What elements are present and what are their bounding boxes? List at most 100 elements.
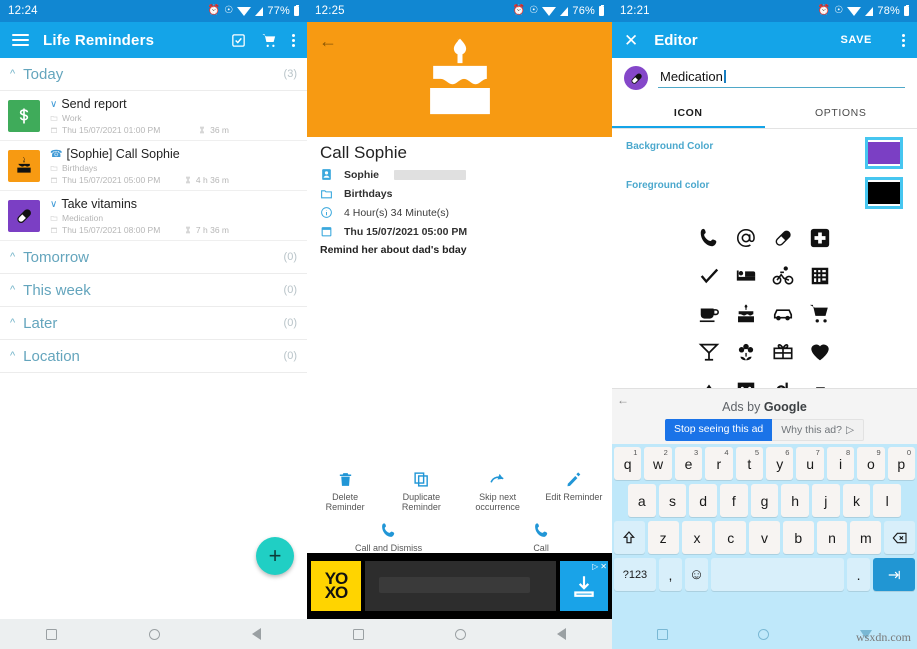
adchoices-icon[interactable]: ▷ (592, 562, 598, 571)
call-and-dismiss-button[interactable]: Call and Dismiss (307, 521, 470, 553)
key-c[interactable]: c (715, 521, 747, 554)
key-k[interactable]: k (842, 484, 871, 517)
key-o[interactable]: o9 (857, 447, 885, 480)
key-b[interactable]: b (782, 521, 814, 554)
key-v[interactable]: v (749, 521, 780, 554)
recents-button[interactable] (46, 628, 57, 640)
group-header-location[interactable]: ^ Location (0) (0, 340, 307, 373)
avatar[interactable] (624, 66, 648, 90)
heart-icon[interactable] (805, 337, 835, 367)
key-x[interactable]: x (681, 521, 713, 554)
key-t[interactable]: t5 (735, 447, 763, 480)
key-l[interactable]: l (873, 484, 902, 517)
stop-seeing-ad-button[interactable]: Stop seeing this ad (664, 419, 773, 441)
key-m[interactable]: m (850, 521, 882, 554)
check-list-icon[interactable] (230, 32, 247, 49)
bicycle-icon[interactable] (768, 261, 798, 291)
reminder-title: [Sophie] Call Sophie (66, 147, 180, 161)
space-key[interactable] (711, 558, 844, 591)
bed-icon[interactable] (731, 261, 761, 291)
medical-cross-icon[interactable] (805, 223, 835, 253)
key-p[interactable]: p0 (887, 447, 916, 480)
hamburger-icon[interactable] (12, 34, 29, 46)
edit-reminder-button[interactable]: Edit Reminder (536, 470, 612, 513)
why-this-ad-button[interactable]: Why this ad? ▷ (772, 419, 865, 441)
ad-install-button[interactable]: ▷ ✕ (560, 561, 608, 611)
flower-icon[interactable] (731, 337, 761, 367)
key-w[interactable]: w2 (644, 447, 672, 480)
ad-banner[interactable]: YO XO ▷ ✕ (307, 553, 612, 619)
cake-icon[interactable] (731, 299, 761, 329)
emoji-key[interactable]: ☺ (685, 558, 709, 591)
group-count: (0) (283, 284, 297, 296)
key-r[interactable]: r4 (705, 447, 733, 480)
name-input[interactable] (658, 68, 905, 87)
cocktail-icon[interactable] (694, 337, 724, 367)
android-nav-bar-1 (0, 619, 307, 649)
key-n[interactable]: n (816, 521, 848, 554)
car-icon[interactable] (768, 299, 798, 329)
duplicate-reminder-button[interactable]: Duplicate Reminder (383, 470, 459, 513)
shopping-cart-icon[interactable] (261, 32, 278, 49)
foreground-color-swatch[interactable] (865, 177, 903, 209)
call-button[interactable]: Call (470, 521, 612, 553)
close-icon[interactable]: ✕ (624, 32, 638, 49)
symbols-key[interactable]: ?123 (614, 558, 656, 591)
home-button[interactable] (149, 628, 160, 640)
comma-key[interactable]: , (658, 558, 682, 591)
coffee-cup-icon[interactable] (694, 299, 724, 329)
home-button[interactable] (454, 628, 466, 640)
key-e[interactable]: e3 (674, 447, 703, 480)
group-header-later[interactable]: ^ Later (0) (0, 307, 307, 340)
add-reminder-fab[interactable]: + (256, 537, 294, 575)
gift-icon[interactable] (768, 337, 798, 367)
key-z[interactable]: z (647, 521, 679, 554)
key-a[interactable]: a (627, 484, 656, 517)
back-arrow-icon[interactable]: ← (617, 393, 629, 407)
pill-icon[interactable] (768, 223, 798, 253)
key-i[interactable]: i8 (826, 447, 855, 480)
recents-button[interactable] (352, 628, 364, 640)
group-header-today[interactable]: ^ Today (3) (0, 58, 307, 91)
building-icon[interactable] (805, 261, 835, 291)
skip-next-occurrence-button[interactable]: Skip next occurrence (460, 470, 536, 513)
kebab-menu-icon[interactable] (902, 33, 905, 47)
period-key[interactable]: . (847, 558, 871, 591)
tab-options[interactable]: OPTIONS (765, 100, 917, 128)
phone-icon[interactable] (694, 223, 724, 253)
group-header-tomorrow[interactable]: ^ Tomorrow (0) (0, 241, 307, 274)
list-item[interactable]: ∨ Take vitamins Medication Thu 15/07/202… (0, 191, 307, 241)
key-u[interactable]: u7 (796, 447, 824, 480)
recents-button[interactable] (657, 628, 669, 640)
reminder-date-wrap: Thu 15/07/2021 08:00 PM (50, 225, 160, 235)
delete-reminder-button[interactable]: Delete Reminder (307, 470, 383, 513)
back-button[interactable] (557, 628, 567, 640)
reminder-title: Take vitamins (61, 197, 138, 211)
key-j[interactable]: j (812, 484, 840, 517)
kebab-menu-icon[interactable] (292, 33, 295, 47)
key-s[interactable]: s (658, 484, 687, 517)
list-item[interactable]: ∨ Send report Work Thu 15/07/2021 01:00 … (0, 91, 307, 141)
tab-icon[interactable]: ICON (612, 100, 765, 128)
home-button[interactable] (758, 628, 770, 640)
group-header-this-week[interactable]: ^ This week (0) (0, 274, 307, 307)
save-button[interactable]: SAVE (840, 34, 872, 46)
shopping-cart-icon[interactable] (805, 299, 835, 329)
name-input-wrapper[interactable] (658, 68, 905, 88)
key-g[interactable]: g (750, 484, 779, 517)
list-item[interactable]: ☎ [Sophie] Call Sophie Birthdays Thu 15/… (0, 141, 307, 191)
backspace-key[interactable] (884, 521, 916, 554)
enter-key[interactable] (873, 558, 915, 591)
background-color-swatch[interactable] (865, 137, 903, 169)
checkmark-icon[interactable] (694, 261, 724, 291)
back-button[interactable] (252, 628, 261, 640)
key-h[interactable]: h (781, 484, 810, 517)
key-f[interactable]: f (720, 484, 748, 517)
shift-key[interactable] (613, 521, 645, 554)
key-q[interactable]: q1 (613, 447, 642, 480)
key-d[interactable]: d (689, 484, 717, 517)
key-y[interactable]: y6 (766, 447, 794, 480)
at-sign-icon[interactable] (731, 223, 761, 253)
close-icon[interactable]: ✕ (600, 562, 607, 571)
back-arrow-icon[interactable]: ← (319, 32, 337, 50)
